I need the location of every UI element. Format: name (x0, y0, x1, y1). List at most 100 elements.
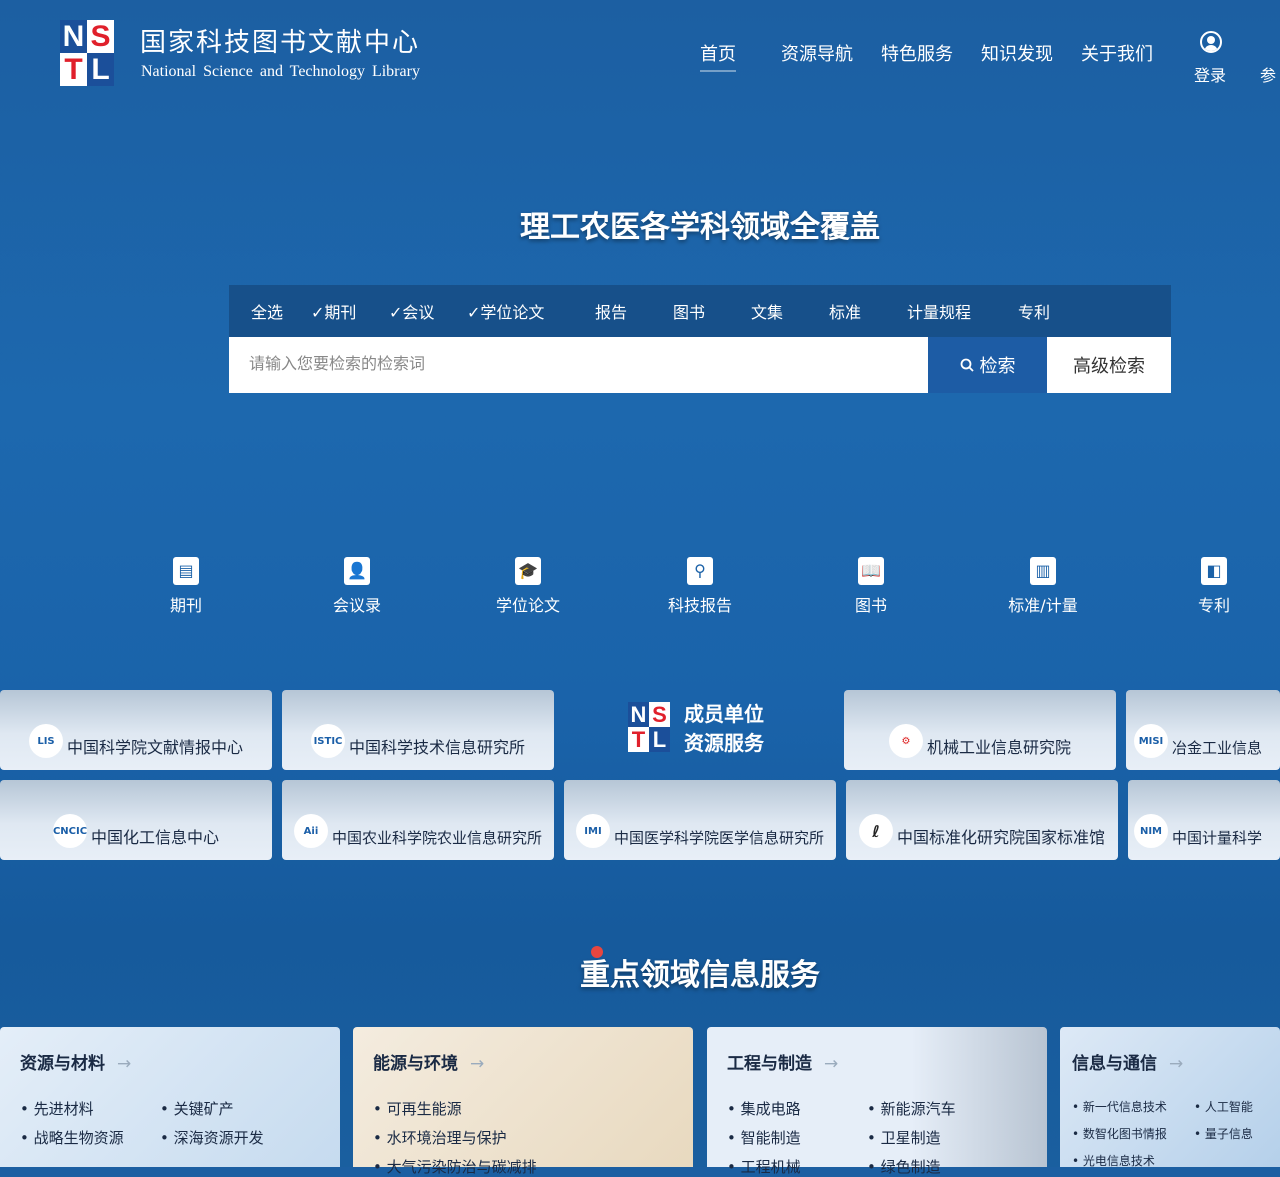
arrow-right-icon: → (1169, 1054, 1184, 1074)
field-item[interactable]: 新能源汽车 (867, 1098, 1007, 1119)
field-item[interactable]: 集成电路 (727, 1098, 867, 1119)
category-patent[interactable]: ◧ 专利 (1154, 556, 1274, 616)
book-icon: 📖 (856, 556, 886, 586)
category-journal[interactable]: ▤ 期刊 (126, 556, 246, 616)
field-title-text: 工程与制造 (727, 1054, 812, 1074)
field-title-text: 能源与环境 (373, 1054, 458, 1074)
nav-extra[interactable]: 参 (1260, 62, 1276, 86)
member-card[interactable]: MISI 冶金工业信息 (1126, 690, 1280, 770)
member-card[interactable]: LIS 中国科学院文献情报中心 (0, 690, 272, 770)
member-card[interactable]: ℓ 中国标准化研究院国家标准馆 (846, 780, 1118, 860)
search-button[interactable]: 检索 (928, 337, 1047, 393)
arrow-right-icon: → (470, 1054, 485, 1074)
filter-patent[interactable]: 专利 (1018, 299, 1050, 323)
nav-discovery[interactable]: 知识发现 (981, 40, 1053, 66)
nstl-logo[interactable]: NSTL (60, 20, 114, 86)
member-card[interactable]: CNCIC 中国化工信息中心 (0, 780, 272, 860)
member-card[interactable]: Aii 中国农业科学院农业信息研究所 (282, 780, 554, 860)
member-logo-icon: IMI (575, 814, 610, 848)
search-filter-bar: 全选 ✓期刊 ✓会议 ✓学位论文 报告 图书 文集 标准 计量规程 专利 (229, 285, 1171, 337)
field-card-resources: 资源与材料 → 先进材料关键矿产战略生物资源深海资源开发 (0, 1027, 340, 1167)
category-chart[interactable]: ▥ 标准/计量 (983, 556, 1103, 616)
member-card[interactable]: IMI 中国医学科学院医学信息研究所 (564, 780, 836, 860)
member-name: 中国化工信息中心 (90, 828, 219, 847)
member-name: 中国标准化研究院国家标准馆 (896, 828, 1105, 847)
category-label: 会议录 (332, 596, 381, 615)
member-name: 中国农业科学院农业信息研究所 (331, 829, 542, 847)
advanced-search-button[interactable]: 高级检索 (1047, 337, 1171, 393)
field-title-text: 信息与通信 (1072, 1054, 1157, 1074)
search-input[interactable] (229, 337, 928, 393)
member-card[interactable]: NIM 中国计量科学 (1128, 780, 1280, 860)
field-item[interactable]: 卫星制造 (867, 1127, 1007, 1148)
filter-all[interactable]: 全选 (251, 299, 311, 323)
conference-icon: 👤 (342, 556, 372, 586)
category-label: 学位论文 (495, 596, 560, 615)
filter-report[interactable]: 报告 (595, 299, 673, 323)
field-item[interactable]: 深海资源开发 (160, 1127, 300, 1148)
logo-letter: T (628, 727, 649, 752)
patent-icon: ◧ (1199, 556, 1229, 586)
arrow-right-icon: → (824, 1054, 839, 1074)
field-title[interactable]: 资源与材料 → (20, 1049, 320, 1074)
category-conference[interactable]: 👤 会议录 (297, 556, 417, 616)
category-book[interactable]: 📖 图书 (811, 556, 931, 616)
category-label: 期刊 (169, 596, 202, 615)
user-icon[interactable] (1200, 31, 1222, 53)
filter-standard[interactable]: 标准 (829, 299, 907, 323)
report-icon: ⚲ (685, 556, 715, 586)
nav-resources[interactable]: 资源导航 (781, 40, 853, 66)
section-title: 重点领域信息服务 (580, 958, 820, 993)
nstl-member-logo: NSTL (628, 702, 670, 752)
category-report[interactable]: ⚲ 科技报告 (640, 556, 760, 616)
member-name: 机械工业信息研究院 (926, 738, 1071, 757)
field-title[interactable]: 工程与制造 → (727, 1049, 1027, 1074)
field-item[interactable]: 量子信息 (1194, 1125, 1274, 1142)
nav-services[interactable]: 特色服务 (881, 40, 953, 66)
field-card-engineering: 工程与制造→ 集成电路新能源汽车智能制造卫星制造工程机械绿色制造 (707, 1027, 1047, 1176)
member-logo-icon: NIM (1134, 814, 1168, 848)
login-link[interactable]: 登录 (1194, 62, 1226, 86)
member-logo-icon: MISI (1134, 724, 1168, 758)
field-card-energy: 能源与环境→ 可再生能源水环境治理与保护大气污染防治与碳减排 (353, 1027, 693, 1176)
member-title-line2: 资源服务 (684, 731, 764, 755)
filter-collection[interactable]: 文集 (751, 299, 829, 323)
member-logo-icon: CNCIC (53, 814, 87, 848)
field-item[interactable]: 战略生物资源 (20, 1127, 160, 1148)
field-item[interactable]: 智能制造 (727, 1127, 867, 1148)
arrow-right-icon: → (117, 1054, 132, 1074)
category-label: 专利 (1197, 596, 1230, 615)
filter-journal[interactable]: ✓期刊 (311, 299, 389, 323)
field-title-text: 资源与材料 (20, 1054, 105, 1074)
field-item[interactable]: 可再生能源 (373, 1098, 653, 1119)
filter-thesis[interactable]: ✓学位论文 (467, 299, 595, 323)
search-icon (960, 358, 974, 372)
member-logo-icon: ⚙ (888, 724, 923, 758)
logo-letter: S (87, 20, 114, 53)
logo-title-en: National Science and Technology Library (141, 63, 420, 80)
nav-home[interactable]: 首页 (700, 40, 736, 72)
field-title[interactable]: 信息与通信 → (1072, 1049, 1274, 1074)
category-label: 标准/计量 (1008, 596, 1078, 615)
field-item[interactable]: 数智化图书情报 (1072, 1125, 1188, 1142)
filter-book[interactable]: 图书 (673, 299, 751, 323)
filter-conference[interactable]: ✓会议 (389, 299, 467, 323)
member-logo-icon: ISTIC (310, 724, 345, 758)
member-name: 中国科学技术信息研究所 (348, 738, 525, 757)
member-card[interactable]: ⚙ 机械工业信息研究院 (844, 690, 1116, 770)
category-graduation-cap[interactable]: 🎓 学位论文 (468, 556, 588, 616)
filter-metrology[interactable]: 计量规程 (907, 299, 1018, 323)
field-item[interactable]: 关键矿产 (160, 1098, 300, 1119)
field-item[interactable]: 先进材料 (20, 1098, 160, 1119)
logo-letter: L (87, 53, 114, 86)
member-name: 中国科学院文献情报中心 (66, 738, 243, 757)
nav-about[interactable]: 关于我们 (1081, 40, 1153, 66)
field-item[interactable]: 水环境治理与保护 (373, 1127, 653, 1148)
field-title[interactable]: 能源与环境 → (373, 1049, 673, 1074)
field-item[interactable]: 新一代信息技术 (1072, 1098, 1188, 1115)
logo-letter: T (60, 53, 87, 86)
member-card[interactable]: ISTIC 中国科学技术信息研究所 (282, 690, 554, 770)
member-logo-icon: Aii (293, 814, 328, 848)
field-item[interactable]: 人工智能 (1194, 1098, 1274, 1115)
field-item[interactable]: 光电信息技术 (1072, 1152, 1188, 1169)
